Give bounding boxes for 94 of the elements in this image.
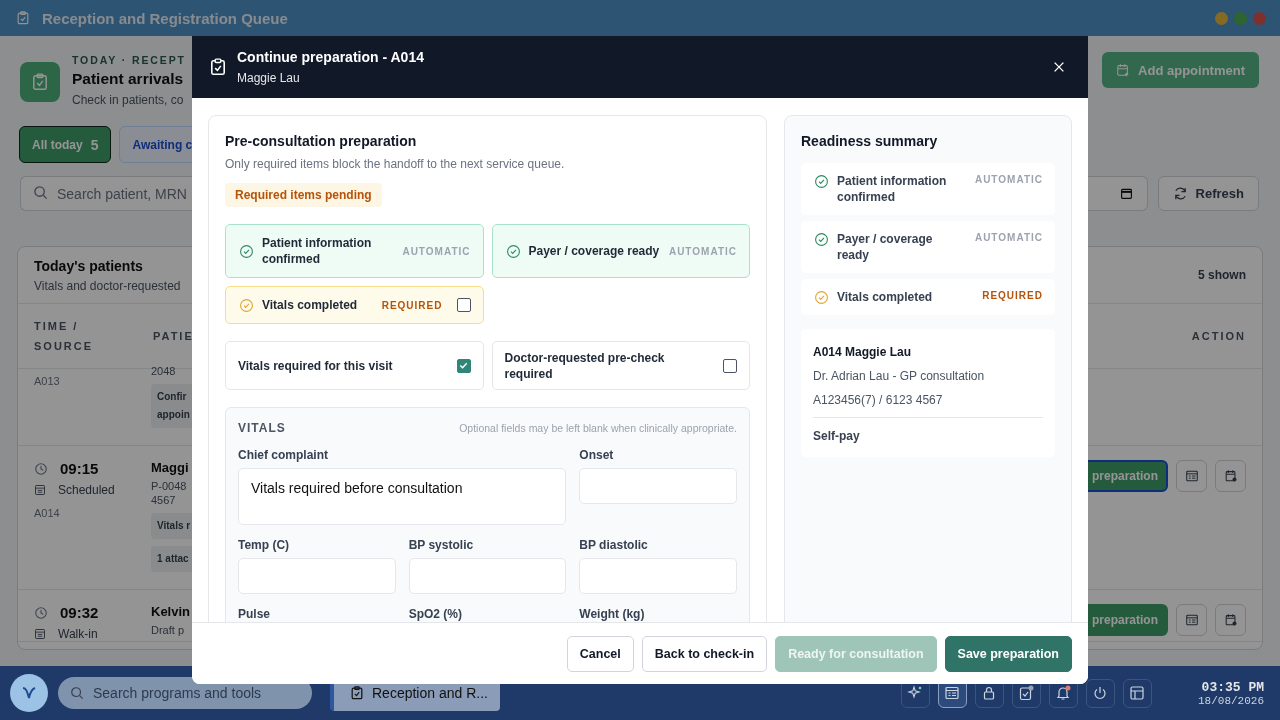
calendar-plus-icon (1116, 63, 1131, 77)
clock-time: 03:35 PM (1201, 679, 1264, 695)
option-label: Vitals required for this visit (238, 357, 394, 374)
vitals-heading: VITALS (238, 421, 286, 435)
check-circle-icon (239, 297, 254, 313)
list-icon (34, 628, 46, 640)
dialog-button[interactable]: Save preparation (944, 635, 1072, 672)
patient-detail: Draft p (151, 624, 184, 636)
search-icon (70, 686, 84, 700)
field-label: Chief complaint (238, 448, 329, 462)
checklist-label: Vitals completed (262, 297, 359, 313)
visit-source: Scheduled (58, 483, 115, 497)
section-title: Pre-consultation preparation (225, 133, 417, 149)
appointment-time: 09:32 (60, 604, 99, 621)
summary-label: Payer / coverage ready (837, 231, 934, 263)
checkmark-icon (458, 360, 469, 371)
window-title: Reception and Registration Queue (42, 9, 288, 27)
table-subtitle: Vitals and doctor-requested (34, 278, 181, 293)
field-label: BP systolic (408, 538, 475, 552)
row-count: 5 shown (1198, 268, 1246, 282)
list-icon (34, 484, 46, 496)
field-label: SpO2 (%) (408, 607, 463, 621)
field-label: BP diastolic (579, 538, 649, 552)
checkbox[interactable] (723, 358, 737, 373)
input-field[interactable] (408, 558, 567, 594)
patient-name: A014 Maggie Lau (813, 345, 913, 359)
clipboard-icon (350, 686, 364, 700)
patient-name: Kelvin (151, 604, 190, 619)
vitals-note: Optional fields may be left blank when clinically appropriate. (459, 422, 737, 434)
checklist-label: Payer / coverage ready (528, 243, 661, 259)
clipboard-icon (16, 11, 30, 25)
column-header: ACTION (1191, 329, 1246, 344)
section-title: Readiness summary (801, 133, 939, 149)
patient-detail: Dr. Adrian Lau - GP consultation (813, 369, 986, 383)
start-button[interactable] (10, 674, 48, 712)
requirement-tag: AUTOMATIC (668, 245, 737, 257)
visit-source: Walk-in (58, 627, 98, 641)
input-field[interactable] (579, 558, 737, 594)
clock-icon (34, 605, 48, 620)
calendar-icon[interactable] (1215, 604, 1246, 636)
field-label: Weight (kg) (579, 607, 646, 621)
field-label: Temp (C) (238, 538, 291, 552)
column-header: TIME / SOURCE (34, 319, 95, 354)
field-label: Onset (579, 448, 615, 462)
checkbox[interactable] (456, 298, 471, 312)
dialog-button[interactable]: Back to check-in (641, 635, 768, 672)
page-title: Patient arrivals (72, 70, 185, 88)
clipboard-icon (20, 62, 60, 102)
patient-detail: 2048 (151, 365, 176, 377)
field-label: Pulse (238, 607, 271, 621)
patient-detail: 4567 (151, 494, 176, 506)
table-title: Today's patients (34, 257, 144, 274)
requirement-tag: REQUIRED (381, 299, 443, 311)
chief-complaint-field[interactable]: Vitals required before consultation (238, 468, 567, 525)
status-tag: 1 attac (151, 546, 195, 572)
power-icon[interactable] (1086, 678, 1115, 708)
summary-label: Vitals completed (837, 289, 934, 305)
check-circle-icon (814, 232, 829, 247)
dialog-subtitle: Maggie Lau (237, 71, 301, 85)
dialog-button[interactable]: Cancel (566, 635, 634, 672)
clock-icon (34, 461, 48, 476)
clipboard-icon (209, 58, 227, 76)
patient-detail: A123456(7) / 6123 4567 (813, 393, 944, 407)
option-row[interactable]: Doctor-requested pre-check required (491, 341, 750, 390)
details-icon[interactable] (1176, 604, 1207, 636)
input-field[interactable] (579, 468, 737, 504)
appointment-time: 09:15 (60, 460, 99, 477)
option-label: Doctor-requested pre-check required (504, 349, 666, 382)
section-subtitle: Only required items block the handoff to the next service queue. (225, 157, 565, 171)
requirement-tag: AUTOMATIC (974, 232, 1043, 243)
check-circle-icon (505, 243, 521, 259)
option-row[interactable]: Vitals required for this visit (225, 341, 484, 390)
page-eyebrow: TODAY · RECEPT (72, 54, 186, 66)
requirement-tag: REQUIRED (982, 290, 1043, 301)
dialog-title: Continue preparation - A014 (237, 49, 424, 65)
input-field[interactable] (238, 558, 396, 594)
check-circle-icon (814, 290, 829, 305)
queue-number: A014 (34, 507, 61, 519)
column-header: PATIE (153, 329, 194, 344)
checkbox[interactable] (456, 358, 471, 373)
layout-icon[interactable] (1123, 678, 1152, 708)
clock-date: 18/08/2026 (1198, 694, 1264, 707)
calendar-icon[interactable] (1215, 460, 1246, 492)
page-subtitle: Check in patients, co (72, 93, 185, 107)
requirement-tag: AUTOMATIC (402, 245, 471, 257)
patient-name: Maggi (151, 460, 189, 475)
queue-number: A013 (34, 375, 61, 387)
check-circle-icon (239, 243, 254, 259)
refresh-icon (1172, 186, 1188, 201)
checklist-label: Patient information confirmed (262, 235, 373, 267)
details-icon[interactable] (1176, 460, 1207, 492)
refresh-button[interactable]: Refresh (1157, 176, 1259, 211)
payer-type: Self-pay (813, 429, 861, 443)
patient-detail: P-0048 (151, 480, 187, 492)
